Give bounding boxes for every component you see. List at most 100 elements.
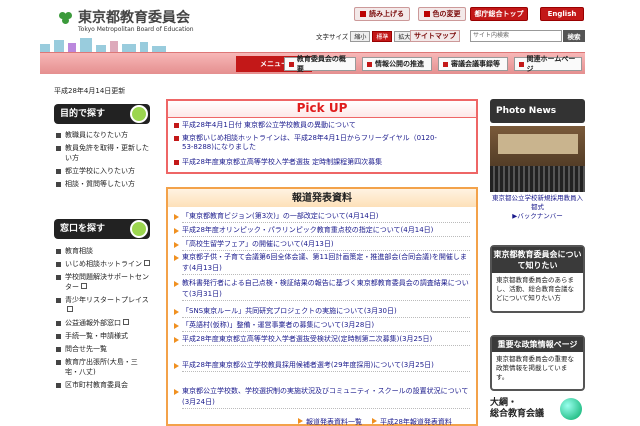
sidebar-item-license[interactable]: 教員免許を取得・更新したい方 — [56, 143, 150, 163]
arrow-icon — [174, 281, 179, 287]
logo[interactable]: 東京都教育委員会 — [56, 7, 190, 27]
search-input[interactable]: サイト内検索 — [470, 30, 562, 42]
bullet-icon — [174, 136, 179, 141]
sidebar-item-teacher[interactable]: 教職員になりたい方 — [56, 130, 150, 140]
globe-icon — [560, 398, 582, 420]
audience-illustration — [490, 166, 585, 192]
bullet-icon — [56, 334, 61, 339]
sidebar-item-admission[interactable]: 都立学校に入りたい方 — [56, 166, 150, 176]
logo-subtitle: Tokyo Metropolitan Board of Education — [78, 26, 194, 33]
photo-caption[interactable]: 東京都公立学校新規採用教員入都式 ▶バックナンバー — [490, 194, 585, 221]
pickup-item[interactable]: 平成28年4月1日付 東京都公立学校教員の異動について — [174, 121, 472, 130]
arrow-icon — [298, 418, 303, 424]
policy-info-box[interactable]: 重要な政策情報ページ 東京都教育委員会の重要な政策情報を掲載しています。 — [490, 335, 585, 391]
font-size-label: 文字サイズ — [316, 33, 349, 41]
arrow-icon — [174, 363, 179, 369]
photo-news-heading: Photo News — [490, 99, 585, 123]
taiko-banner[interactable]: 大綱・ 総合教育会議 — [490, 396, 585, 424]
arrow-icon — [174, 214, 179, 220]
sidebar-item-procedures[interactable]: 手続一覧・申請様式 — [56, 331, 150, 341]
nav-item-minutes[interactable]: 審議会議事録等 — [438, 57, 508, 71]
speaker-icon — [360, 11, 366, 17]
sidebar-item-municipal-boards[interactable]: 区市町村教育委員会 — [56, 380, 150, 390]
press-item[interactable]: 平成28年度東京都立高等学校入学者選抜受検状況(定時制第二次募集)(3月25日) — [174, 334, 470, 346]
press-year-link[interactable]: 平成28年報道発表資料 — [372, 417, 452, 426]
bullet-icon — [289, 61, 294, 67]
pickup-box: Pick UP 平成28年4月1日付 東京都公立学校教員の異動について 東京都い… — [166, 99, 478, 174]
font-size-controls: 文字サイズ 縮小 標準 拡大 — [316, 30, 415, 42]
external-link-icon — [81, 283, 87, 289]
arrow-icon — [174, 309, 179, 315]
press-item[interactable]: 東京都子供・子育て会議第6回全体会議、第11回計画策定・推進部会(合同会議)を開… — [174, 252, 470, 275]
press-item[interactable]: 「SNS東京ルール」共同研究プロジェクトの実施について(3月30日) — [174, 306, 470, 318]
purpose-list: 教職員になりたい方 教員免許を取得・更新したい方 都立学校に入りたい方 相談・質… — [56, 130, 150, 192]
bullet-icon — [367, 61, 372, 67]
read-aloud-button[interactable]: 読み上げる — [354, 7, 410, 21]
tokyo-top-button[interactable]: 都庁総合トップ — [470, 7, 528, 21]
external-link-icon — [123, 319, 129, 325]
arrow-icon — [174, 228, 179, 234]
bullet-icon — [174, 160, 179, 165]
updated-date: 平成28年4月14日更新 — [54, 87, 126, 95]
leaf-icon — [130, 220, 148, 238]
color-change-button[interactable]: 色の変更 — [418, 7, 466, 21]
city-illustration-icon — [40, 38, 166, 52]
taiko-title: 大綱・ 総合教育会議 — [490, 398, 545, 419]
sidebar-item-restart-place[interactable]: 青少年リスタートプレイス — [56, 295, 150, 315]
bullet-icon — [56, 321, 61, 326]
bullet-icon — [56, 146, 61, 151]
arrow-icon — [174, 389, 179, 395]
bullet-icon — [443, 61, 448, 67]
pickup-divider — [168, 117, 476, 118]
font-small-button[interactable]: 縮小 — [350, 30, 371, 42]
press-item[interactable]: 教科書発行者による自己点検・検証結果の報告に基づく東京都教育委員会の調査結果につ… — [174, 278, 470, 301]
press-item[interactable]: 「高校生留学フェア」の開催について(4月13日) — [174, 239, 470, 251]
backnumber-link[interactable]: ▶バックナンバー — [490, 212, 585, 221]
ginkgo-logo-icon — [56, 10, 74, 25]
policy-info-heading: 重要な政策情報ページ — [492, 337, 583, 352]
arrow-icon — [372, 418, 377, 424]
sidebar-item-whistleblower[interactable]: 公益通報外部窓口 — [56, 318, 150, 328]
external-link-icon — [67, 306, 73, 312]
board-info-box[interactable]: 東京都教育委員会について知りたい 東京都教育委員会のあらまし、活動、総合教育会議… — [490, 245, 585, 313]
pickup-item[interactable]: 東京都いじめ相談ホットラインは、平成28年4月1日からフリーダイヤル（0120-… — [174, 134, 440, 152]
sidebar-item-bullying-hotline[interactable]: いじめ相談ホットライン — [56, 259, 150, 269]
sidebar-item-support-center[interactable]: 学校問題解決サポートセンター — [56, 272, 150, 292]
pickup-item[interactable]: 平成28年度東京都立高等学校入学者選抜 定時制課程第四次募集 — [174, 158, 472, 167]
font-standard-button[interactable]: 標準 — [372, 30, 393, 42]
bullet-icon — [56, 347, 61, 352]
pickup-title: Pick UP — [168, 101, 476, 118]
sidebar-item-consult[interactable]: 相談・質問等したい方 — [56, 179, 150, 189]
nav-item-overview[interactable]: 教育委員会の概要 — [284, 55, 356, 73]
sitemap-button[interactable]: サイトマップ — [410, 30, 460, 42]
leaf-icon — [130, 105, 148, 123]
press-release-box: 報道発表資料 「東京都教育ビジョン(第3次)」の一部改定について(4月14日) … — [166, 187, 478, 426]
bullet-icon — [56, 182, 61, 187]
external-link-icon — [144, 260, 150, 266]
photo-news-image[interactable] — [490, 126, 585, 192]
press-item[interactable]: 「英語村(仮称)」整備・運営事業者の募集について(3月28日) — [174, 320, 470, 332]
nav-item-related[interactable]: 関連ホームページ — [514, 55, 582, 73]
bullet-icon — [56, 169, 61, 174]
press-item[interactable]: 平成28年度東京都公立学校教員採用候補者選考(29年度採用)について(3月25日… — [174, 360, 470, 372]
english-button[interactable]: English — [540, 7, 584, 21]
sidebar-item-branch-offices[interactable]: 教育庁出張所(大島・三宅・八丈) — [56, 357, 150, 377]
header: 東京都教育委員会 Tokyo Metropolitan Board of Edu… — [0, 0, 640, 52]
sidebar-item-education-consult[interactable]: 教育相談 — [56, 246, 150, 256]
press-item[interactable]: 平成28年度オリンピック・パラリンピック教育重点校の指定について(4月14日) — [174, 225, 470, 237]
press-list-link[interactable]: 報道発表資料一覧 — [298, 417, 362, 426]
press-title: 報道発表資料 — [168, 189, 476, 207]
press-item[interactable]: 東京都公立学校数、学校選択制の実施状況及びコミュニティ・スクールの設置状況につい… — [174, 386, 470, 409]
bullet-icon — [56, 298, 61, 303]
bullet-icon — [174, 123, 179, 128]
nav-item-disclosure[interactable]: 情報公開の推進 — [362, 57, 432, 71]
press-item[interactable]: 「東京都教育ビジョン(第3次)」の一部改定について(4月14日) — [174, 211, 470, 223]
arrow-icon — [174, 255, 179, 261]
purpose-heading: 目的で探す — [54, 104, 150, 124]
bullet-icon — [56, 249, 61, 254]
arrow-icon — [174, 323, 179, 329]
sidebar-item-contacts[interactable]: 問合せ先一覧 — [56, 344, 150, 354]
main-nav: メニュー 教育委員会の概要 情報公開の推進 審議会議事録等 関連ホームページ — [40, 52, 585, 74]
palette-icon — [423, 11, 430, 17]
search-button[interactable]: 検索 — [563, 30, 585, 42]
